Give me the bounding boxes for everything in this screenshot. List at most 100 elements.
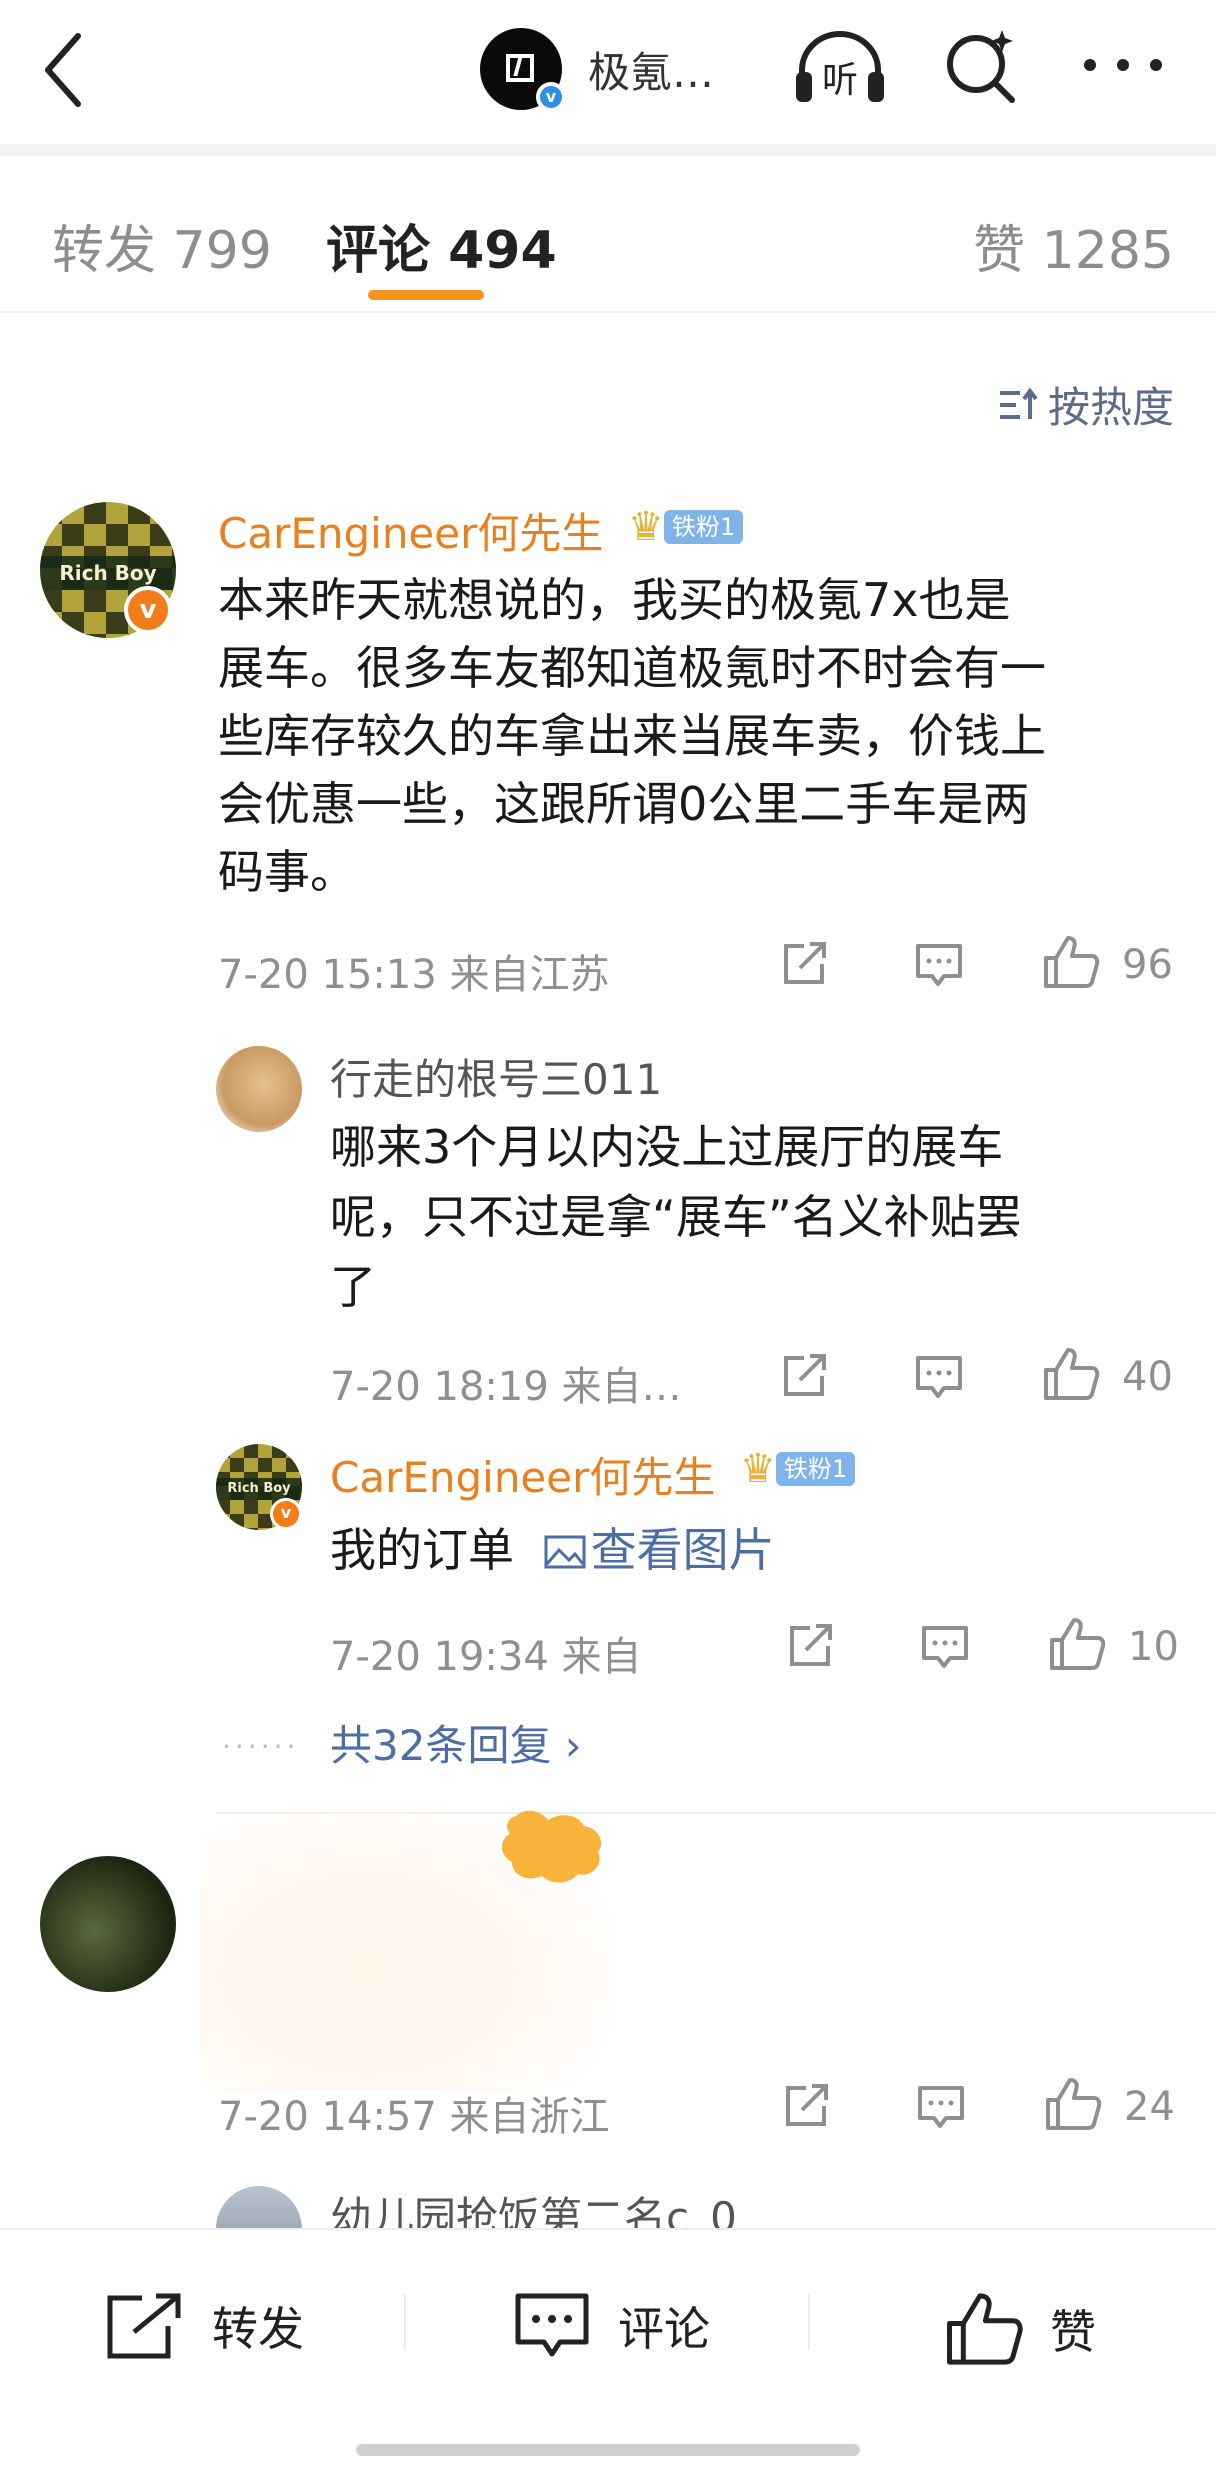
chevron-left-icon bbox=[45, 33, 81, 107]
like-count: 24 bbox=[1124, 2084, 1175, 2130]
listen-label: 听 bbox=[822, 60, 858, 101]
share-button[interactable] bbox=[782, 2082, 832, 2134]
zeekr-logo-icon bbox=[506, 54, 534, 82]
comment-icon bbox=[918, 2086, 964, 2128]
thumbs-up-icon bbox=[947, 2293, 1023, 2365]
comment-label: 评论 bbox=[618, 2302, 710, 2356]
dots-separator: ······ bbox=[222, 1730, 300, 1763]
comment-line: 些库存较久的车拿出来当展车卖，价钱上 bbox=[218, 709, 1046, 763]
like-button[interactable]: 赞 bbox=[944, 2290, 1096, 2368]
like-button[interactable] bbox=[1044, 2076, 1102, 2136]
reply-time: 7-20 19:34 bbox=[330, 1634, 549, 1680]
comment-button[interactable]: 评论 bbox=[512, 2290, 710, 2362]
verified-icon: v bbox=[124, 586, 172, 634]
comment-meta: 7-20 15:13 来自江苏 bbox=[218, 942, 610, 1000]
like-button[interactable] bbox=[1042, 1346, 1100, 1406]
comment-line: 码事。 bbox=[218, 845, 356, 899]
reply-line: 呢，只不过是拿“展车”名义补贴罢 bbox=[330, 1190, 1022, 1244]
account-name: 极氪… bbox=[588, 47, 715, 97]
tab-count: 494 bbox=[448, 221, 557, 281]
avatar[interactable] bbox=[216, 1046, 302, 1132]
crown-icon: ♛ bbox=[628, 504, 664, 550]
tab-likes[interactable]: 赞 1285 bbox=[973, 208, 1174, 283]
comment-time: 7-20 14:57 bbox=[218, 2094, 437, 2140]
tab-bar: 转发 799 评论 494 赞 1285 bbox=[0, 156, 1216, 313]
like-count: 96 bbox=[1122, 942, 1173, 988]
sort-icon bbox=[999, 387, 1038, 419]
comment-time: 7-20 15:13 bbox=[218, 952, 437, 998]
thumbs-up-icon bbox=[1044, 936, 1100, 988]
reply-line: 哪来3个月以内没上过展厅的展车 bbox=[330, 1120, 1004, 1174]
reply-text: 哪来3个月以内没上过展厅的展车 呢，只不过是拿“展车”名义补贴罢 了 bbox=[330, 1112, 1022, 1322]
share-button[interactable] bbox=[780, 940, 830, 992]
search-button[interactable] bbox=[942, 26, 1022, 106]
more-button[interactable] bbox=[1078, 40, 1168, 90]
back-button[interactable] bbox=[38, 30, 98, 110]
like-button[interactable] bbox=[1048, 1616, 1106, 1676]
reply-location: 来自 bbox=[561, 1634, 642, 1680]
reply-username[interactable]: 行走的根号三011 bbox=[330, 1046, 662, 1107]
listen-button[interactable]: 听 bbox=[792, 26, 888, 106]
home-indicator bbox=[356, 2444, 860, 2456]
search-sparkle-icon bbox=[947, 30, 1015, 103]
account-chip[interactable]: v 极氪… bbox=[480, 26, 714, 112]
view-image-link[interactable]: 查看图片 bbox=[529, 1523, 775, 1577]
reply-time: 7-20 18:19 bbox=[330, 1364, 549, 1410]
reply-location: 来自… bbox=[561, 1364, 682, 1410]
reply-meta: 7-20 18:19 来自… bbox=[330, 1354, 682, 1412]
comment-meta: 7-20 14:57 来自浙江 bbox=[218, 2084, 610, 2142]
share-button[interactable] bbox=[786, 1622, 836, 1674]
comment-username[interactable]: CarEngineer何先生 bbox=[218, 500, 603, 561]
comment-icon bbox=[922, 1626, 968, 1668]
tab-comments[interactable]: 评论 494 bbox=[326, 208, 557, 283]
comment-location: 来自浙江 bbox=[449, 2094, 610, 2140]
crown-icon: ♛ bbox=[740, 1446, 776, 1492]
like-label: 赞 bbox=[1050, 2305, 1096, 2359]
reply-button[interactable] bbox=[914, 942, 964, 994]
share-icon bbox=[786, 2084, 828, 2126]
image-icon bbox=[544, 1535, 586, 1569]
share-button[interactable] bbox=[780, 1352, 830, 1404]
comment-line: 本来昨天就想说的，我买的极氪7x也是 bbox=[218, 573, 1011, 627]
tab-label: 赞 bbox=[973, 221, 1026, 281]
tab-count: 1285 bbox=[1041, 221, 1174, 281]
reply-button[interactable] bbox=[920, 1624, 970, 1676]
sort-toggle[interactable]: 按热度 bbox=[998, 374, 1174, 435]
reply-username[interactable]: CarEngineer何先生 bbox=[330, 1444, 715, 1505]
repost-button[interactable]: 转发 bbox=[104, 2290, 304, 2362]
comment-icon bbox=[916, 944, 962, 986]
headphones-icon: 听 bbox=[796, 31, 884, 102]
verified-icon: v bbox=[536, 82, 566, 112]
avatar-text: Rich Boy bbox=[216, 1478, 302, 1500]
header-divider bbox=[0, 144, 1216, 156]
view-all-replies-link[interactable]: 共32条回复 › bbox=[330, 1712, 582, 1773]
top-bar: v 极氪… 听 bbox=[0, 0, 1216, 140]
fan-badge: ♛ 铁粉1 bbox=[628, 504, 744, 550]
fan-badge-label: 铁粉1 bbox=[775, 1452, 856, 1486]
thumbs-up-icon bbox=[1044, 1348, 1100, 1400]
active-tab-indicator bbox=[368, 290, 484, 300]
verified-icon: v bbox=[270, 1498, 302, 1530]
comment-text: 本来昨天就想说的，我买的极氪7x也是 展车。很多车友都知道极氪时不时会有一 些库… bbox=[218, 566, 1046, 906]
separator bbox=[404, 2294, 406, 2350]
reply-line: 了 bbox=[330, 1260, 376, 1314]
reply-button[interactable] bbox=[914, 1354, 964, 1406]
avatar-text: Rich Boy bbox=[40, 556, 176, 590]
reply-meta: 7-20 19:34 来自 bbox=[330, 1624, 642, 1682]
view-image-label: 查看图片 bbox=[590, 1523, 775, 1577]
fan-badge-label: 铁粉1 bbox=[663, 510, 744, 544]
tab-count: 799 bbox=[172, 221, 272, 281]
like-button[interactable] bbox=[1042, 934, 1100, 994]
repost-label: 转发 bbox=[212, 2302, 304, 2356]
thumbs-up-icon bbox=[1046, 2078, 1102, 2130]
avatar[interactable] bbox=[40, 1856, 176, 1992]
like-count: 40 bbox=[1122, 1354, 1173, 1400]
tab-reposts[interactable]: 转发 799 bbox=[52, 208, 272, 283]
reply-button[interactable] bbox=[916, 2084, 966, 2136]
share-icon bbox=[790, 1624, 832, 1666]
account-avatar: v bbox=[480, 28, 566, 112]
share-icon bbox=[784, 942, 826, 984]
thumbs-up-icon bbox=[1050, 1618, 1106, 1670]
more-dots-icon bbox=[1084, 59, 1162, 71]
tab-label: 评论 bbox=[326, 221, 431, 281]
